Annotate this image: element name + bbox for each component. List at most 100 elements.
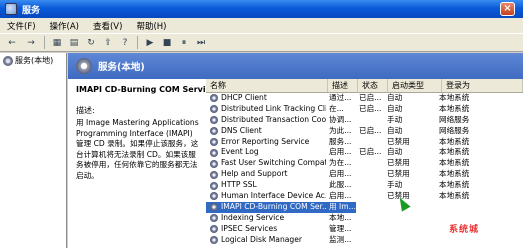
service-name-cell: HTTP SSL [206,180,326,191]
service-name: HTTP SSL [221,180,257,190]
service-name: Fast User Switching Compat... [221,158,326,168]
service-name-cell: Event Log [206,147,326,158]
table-row[interactable]: Human Interface Device Ac... 启用... 已禁用 本地系统 [206,191,523,202]
watermark: 系统城 [408,211,520,245]
table-row[interactable]: HTTP SSL 此服... 手动 本地系统 [206,180,523,191]
toolbar-separator [44,36,45,49]
service-name-cell: Indexing Service [206,213,326,224]
service-gear-icon [210,105,218,114]
menu-help[interactable]: 帮助(H) [129,20,173,32]
service-logon-as: 本地系统 [439,147,470,157]
column-header-logon-as[interactable]: 登录为 [442,79,523,92]
toolbar-separator [137,36,138,49]
description-pane: IMAPI CD-Burning COM Service 描述: 用 Image… [68,79,216,248]
close-button[interactable]: × [500,2,515,16]
service-logon-as: 本地系统 [439,158,470,168]
service-startup-type: 手动 [387,180,403,190]
service-name-cell: IMAPI CD-Burning COM Ser... [206,201,326,213]
column-header-description[interactable]: 描述 [328,79,358,92]
services-header-title: 服务(本地) [98,62,145,73]
service-name: DHCP Client [221,93,267,102]
service-name-cell: Distributed Transaction Coo... [206,115,326,126]
services-header: 服务(本地) [68,53,523,79]
service-gear-icon [210,203,218,212]
console-tree-icon[interactable]: ▦ [50,36,64,49]
service-gear-icon [210,236,218,245]
service-description: 监测... [329,234,352,244]
service-description: 服务... [329,136,352,146]
service-startup-type: 已禁用 [387,158,410,168]
service-gear-icon [210,127,218,136]
table-row[interactable]: Fast User Switching Compat... 为在... 已禁用 本地系… [206,158,523,169]
service-startup-type: 自动 [387,125,403,135]
service-logon-as: 本地系统 [439,169,470,179]
service-name: Help and Support [221,169,288,179]
service-description: 管理... [329,223,352,233]
service-gear-icon [210,148,218,157]
service-description: 启用... [329,169,352,179]
menu-file[interactable]: 文件(F) [0,20,43,32]
forward-arrow-icon[interactable]: → [23,36,39,49]
service-name: IPSEC Services [221,223,278,233]
service-gear-icon [210,225,218,234]
menu-bar: 文件(F) 操作(A) 查看(V) 帮助(H) [0,18,523,34]
window-title: 服务 [22,5,41,16]
service-logon-as: 本地系统 [439,180,470,190]
table-row[interactable]: DNS Client 为此... 已启... 自动 网络服务 [206,126,523,137]
service-startup-type: 手动 [387,114,403,124]
service-description: 此服... [329,180,352,190]
service-startup-type: 已禁用 [387,136,410,146]
column-header-status[interactable]: 状态 [358,79,388,92]
service-logon-as: 本地系统 [439,93,470,102]
service-gear-icon [210,214,218,223]
table-row[interactable]: Distributed Transaction Coo... 协调... 手动 网络服… [206,115,523,126]
gear-icon [76,58,92,74]
table-row[interactable]: DHCP Client 通过... 已启... 自动 本地系统 [206,93,523,104]
help-icon[interactable]: ? [118,36,132,49]
menu-action[interactable]: 操作(A) [43,20,86,32]
service-startup-type: 已禁用 [387,169,410,179]
stop-service-icon[interactable]: ■ [160,36,174,49]
gear-icon [3,55,13,66]
menu-view[interactable]: 查看(V) [86,20,129,32]
service-name: IMAPI CD-Burning COM Ser... [221,201,326,211]
properties-icon[interactable]: ▤ [67,36,81,49]
column-header-startup-type[interactable]: 启动类型 [388,79,442,92]
service-logon-as: 本地系统 [439,103,470,113]
service-startup-type: 自动 [387,147,403,157]
table-row[interactable]: Error Reporting Service 服务... 已禁用 本地系统 [206,137,523,148]
service-logon-as: 本地系统 [439,191,470,201]
service-name: DNS Client [221,125,262,135]
back-arrow-icon[interactable]: ← [4,36,20,49]
service-description: 协调... [329,114,352,124]
refresh-icon[interactable]: ↻ [84,36,98,49]
service-name-cell: Logical Disk Manager [206,235,326,246]
restart-service-icon[interactable]: ⏭ [194,36,208,49]
tree-item-services-local[interactable]: 服务(本地) [3,55,66,66]
title-bar: 服务 × [0,0,523,18]
description-text: 用 Image Mastering Applications Programmi… [76,118,199,180]
start-service-icon[interactable]: ▶ [143,36,157,49]
list-header: 名称 描述 状态 启动类型 登录为 [206,79,523,93]
service-name-cell: Human Interface Device Ac... [206,191,326,202]
service-gear-icon [210,181,218,190]
service-description: 用 Im... [326,201,356,213]
service-gear-icon [210,159,218,168]
service-status: 已启... [359,103,382,113]
service-startup-type: 已禁用 [387,191,410,201]
service-logon-as: 本地系统 [439,136,470,146]
service-logon-as: 网络服务 [439,114,470,124]
pause-service-icon[interactable]: ⏸ [177,36,191,49]
export-list-icon[interactable]: ⇪ [101,36,115,49]
service-startup-type: 自动 [387,93,403,102]
column-header-name[interactable]: 名称 [206,79,328,92]
table-row[interactable]: Distributed Link Tracking Cli... 在... 已启..… [206,104,523,115]
service-name-cell: Error Reporting Service [206,137,326,148]
console-tree: 服务(本地) [0,53,67,248]
service-startup-type: 自动 [387,103,403,113]
service-name-cell: Help and Support [206,169,326,180]
table-row[interactable]: Help and Support 启用... 已禁用 本地系统 [206,169,523,180]
service-gear-icon [210,94,218,103]
service-name: Distributed Link Tracking Cli... [221,103,326,113]
table-row[interactable]: Event Log 启用... 已启... 自动 本地系统 [206,147,523,158]
